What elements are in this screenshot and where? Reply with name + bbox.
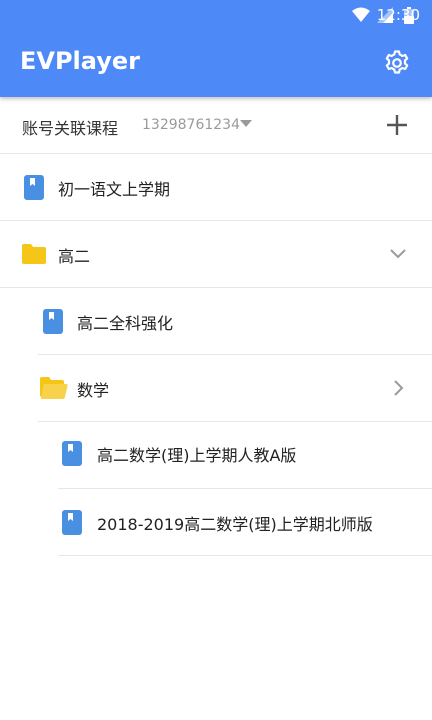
course-label: 高二数学(理)上学期人教A版: [97, 446, 297, 465]
course-item[interactable]: 高二数学(理)上学期人教A版: [58, 422, 432, 489]
book-icon: [62, 510, 82, 535]
chevron-down-icon[interactable]: [390, 249, 406, 259]
app-title: EVPlayer: [20, 47, 140, 75]
account-row: 账号关联课程 13298761234: [0, 97, 432, 154]
book-icon: [43, 309, 63, 334]
book-icon: [62, 441, 82, 466]
chevron-right-icon[interactable]: [394, 380, 404, 396]
folder-item[interactable]: 数学: [38, 355, 432, 422]
wifi-icon: [352, 7, 370, 22]
caret-down-icon[interactable]: [240, 120, 252, 128]
status-bar: 12:30: [0, 0, 432, 30]
app-bar: 12:30 EVPlayer: [0, 0, 432, 97]
course-label: 高二全科强化: [77, 314, 174, 333]
gear-icon: [385, 50, 409, 74]
folder-item[interactable]: 高二: [0, 221, 432, 288]
account-number-selector[interactable]: 13298761234: [142, 117, 240, 133]
folder-label: 高二: [58, 247, 91, 266]
folder-open-icon: [40, 377, 68, 399]
account-label: 账号关联课程: [22, 119, 119, 138]
status-time: 12:30: [376, 6, 420, 24]
course-label: 2018-2019高二数学(理)上学期北师版: [97, 515, 373, 534]
course-item[interactable]: 初一语文上学期: [0, 154, 432, 221]
course-item[interactable]: 2018-2019高二数学(理)上学期北师版: [58, 489, 432, 556]
book-icon: [24, 175, 44, 200]
course-label: 初一语文上学期: [58, 180, 171, 199]
folder-icon: [22, 244, 46, 264]
course-item[interactable]: 高二全科强化: [38, 288, 432, 355]
settings-button[interactable]: [384, 50, 410, 76]
folder-label: 数学: [77, 381, 110, 400]
add-course-button[interactable]: [386, 114, 408, 136]
